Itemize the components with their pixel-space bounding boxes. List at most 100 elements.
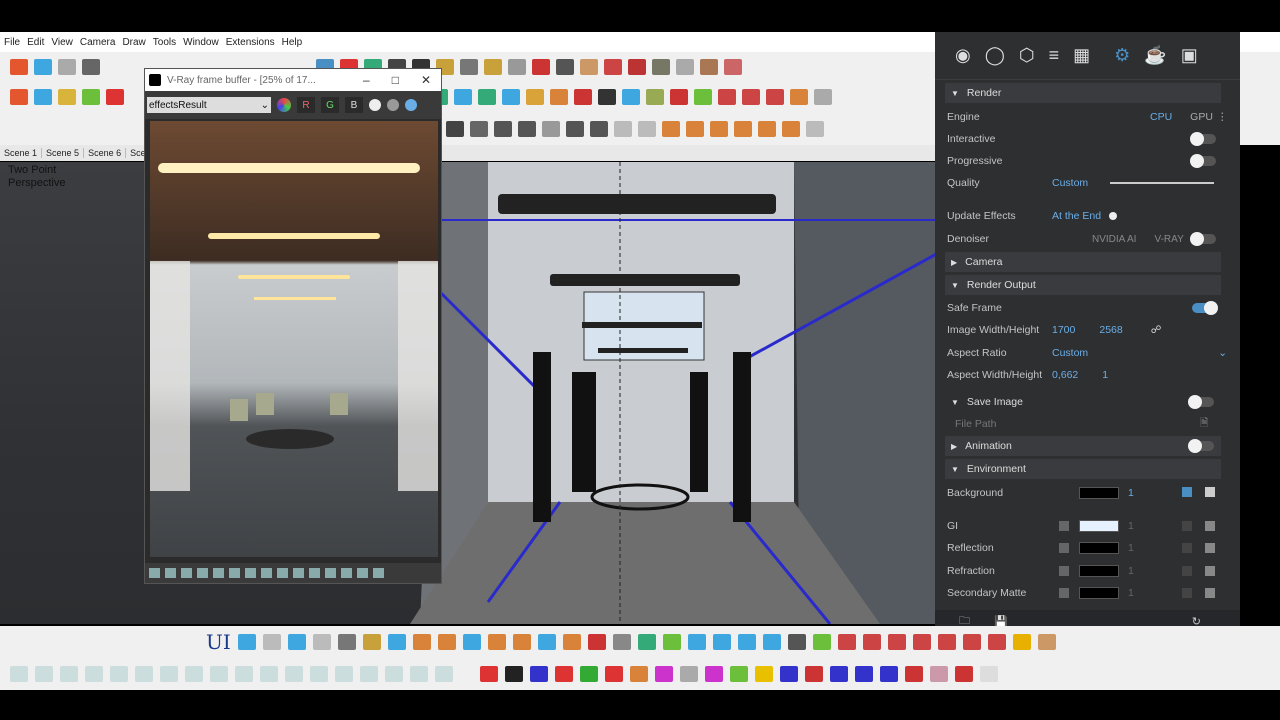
eraser-icon[interactable] xyxy=(412,634,431,650)
alpha-grey-icon[interactable] xyxy=(387,99,399,111)
settings-gear-icon[interactable]: ⚙ xyxy=(1114,45,1130,66)
tab-scene-1[interactable]: Scene 1 xyxy=(0,148,43,158)
track-icon[interactable] xyxy=(341,568,352,578)
gi-checkbox[interactable] xyxy=(1205,521,1215,531)
engine-cpu-option[interactable]: CPU xyxy=(1150,111,1172,123)
histogram-icon[interactable] xyxy=(261,568,272,578)
tool-c-icon[interactable] xyxy=(766,89,784,105)
hand-icon[interactable] xyxy=(930,666,948,682)
move-y-icon[interactable] xyxy=(505,666,523,682)
measure-icon[interactable] xyxy=(362,634,381,650)
curve-r-icon[interactable] xyxy=(435,666,453,682)
rotate-icon[interactable] xyxy=(598,89,616,105)
surface-icon[interactable] xyxy=(82,89,100,105)
spiral-icon[interactable] xyxy=(574,89,592,105)
gi-texture-slot[interactable] xyxy=(1182,521,1192,531)
terrain-icon[interactable] xyxy=(604,59,622,75)
dimension-icon[interactable] xyxy=(460,59,478,75)
reflection-texture-slot[interactable] xyxy=(1182,543,1192,553)
file-path-field[interactable]: File Path xyxy=(955,418,1060,430)
arrow-g-icon[interactable] xyxy=(987,634,1006,650)
section-animation[interactable]: ▶ Animation xyxy=(945,436,1221,456)
denoiser-toggle[interactable] xyxy=(1190,232,1216,246)
vray-cloud-icon[interactable] xyxy=(58,59,76,75)
play-2-icon[interactable] xyxy=(287,634,306,650)
gi-override-checkbox[interactable] xyxy=(1059,521,1069,531)
vray-interactive-icon[interactable] xyxy=(34,59,52,75)
reflection-override-checkbox[interactable] xyxy=(1059,543,1069,553)
quality-slider[interactable] xyxy=(1110,182,1215,184)
sketchup-tool-icon[interactable] xyxy=(82,59,100,75)
expand-icon[interactable] xyxy=(373,568,384,578)
stretch-icon[interactable] xyxy=(830,666,848,682)
arrow-e-icon[interactable] xyxy=(937,634,956,650)
info-icon[interactable] xyxy=(181,568,192,578)
curve-k-icon[interactable] xyxy=(260,666,278,682)
flip-icon[interactable] xyxy=(780,666,798,682)
cone-icon[interactable] xyxy=(478,89,496,105)
rewind-icon[interactable] xyxy=(262,634,281,650)
wrench-icon[interactable] xyxy=(1037,634,1056,650)
sun-icon[interactable] xyxy=(1012,634,1031,650)
interactive-toggle[interactable] xyxy=(1190,132,1216,146)
more-icon[interactable]: ⋮ xyxy=(1217,111,1228,123)
compare-icon[interactable] xyxy=(293,568,304,578)
denoiser-vray-option[interactable]: V-RAY xyxy=(1154,234,1183,245)
lamp-icon[interactable] xyxy=(518,120,536,137)
box-orange-icon[interactable] xyxy=(437,634,456,650)
drape-icon[interactable] xyxy=(652,59,670,75)
mesh-light-icon[interactable] xyxy=(806,120,824,137)
axes-icon[interactable] xyxy=(532,59,550,75)
chevron-down-icon[interactable]: ⌄ xyxy=(1218,347,1227,359)
image-width-input[interactable]: 1700 xyxy=(1052,324,1075,336)
cone-blue-icon[interactable] xyxy=(502,89,520,105)
menu-file[interactable]: File xyxy=(4,37,20,48)
mirror-icon[interactable] xyxy=(805,666,823,682)
menu-extensions[interactable]: Extensions xyxy=(226,37,275,48)
star-icon[interactable] xyxy=(622,89,640,105)
curve-j-icon[interactable] xyxy=(235,666,253,682)
save-image-toggle[interactable] xyxy=(1188,395,1214,409)
vfb-title-bar[interactable]: V-Ray frame buffer - [25% of 17... – □ ✕ xyxy=(145,69,441,91)
component-icon[interactable] xyxy=(694,89,712,105)
background-multiplier[interactable]: 1 xyxy=(1128,487,1134,499)
channel-r-button[interactable]: R xyxy=(297,97,315,113)
box-icon[interactable] xyxy=(34,89,52,105)
menu-window[interactable]: Window xyxy=(183,37,219,48)
grid-icon[interactable] xyxy=(814,89,832,105)
aspect-ratio-select[interactable]: Custom xyxy=(1052,347,1088,359)
curve-icon[interactable] xyxy=(550,89,568,105)
curve-c-icon[interactable] xyxy=(60,666,78,682)
undo-arc-icon[interactable] xyxy=(670,89,688,105)
arrow-c-icon[interactable] xyxy=(887,634,906,650)
curve-q-icon[interactable] xyxy=(410,666,428,682)
mono-icon[interactable] xyxy=(405,99,417,111)
arrow-b-icon[interactable] xyxy=(862,634,881,650)
close-icon[interactable]: ✕ xyxy=(421,73,431,87)
image-icon[interactable] xyxy=(542,120,560,137)
curve-m-icon[interactable] xyxy=(310,666,328,682)
gi-color-swatch[interactable] xyxy=(1079,520,1119,532)
curves-icon[interactable] xyxy=(229,568,240,578)
menu-view[interactable]: View xyxy=(51,37,73,48)
aspect-height-input[interactable]: 1 xyxy=(1102,369,1108,381)
bow-icon[interactable] xyxy=(855,666,873,682)
reflection-checkbox[interactable] xyxy=(1205,543,1215,553)
protractor-icon[interactable] xyxy=(484,59,502,75)
lock-icon[interactable] xyxy=(638,120,656,137)
section-camera[interactable]: ▶ Camera xyxy=(945,252,1221,272)
flip-edge-icon[interactable] xyxy=(724,59,742,75)
menu-help[interactable]: Help xyxy=(282,37,303,48)
curve-o-icon[interactable] xyxy=(360,666,378,682)
scale-x-icon[interactable] xyxy=(630,666,648,682)
sandbox-icon[interactable] xyxy=(580,59,598,75)
levels-icon[interactable] xyxy=(213,568,224,578)
solid-2-icon[interactable] xyxy=(712,634,731,650)
profile-icon[interactable] xyxy=(980,666,998,682)
stamp-icon[interactable] xyxy=(628,59,646,75)
spot-light-icon[interactable] xyxy=(662,120,680,137)
move-x-icon[interactable] xyxy=(480,666,498,682)
menu-camera[interactable]: Camera xyxy=(80,37,116,48)
maximize-icon[interactable]: □ xyxy=(392,73,399,87)
engine-gpu-option[interactable]: GPU xyxy=(1190,111,1213,123)
